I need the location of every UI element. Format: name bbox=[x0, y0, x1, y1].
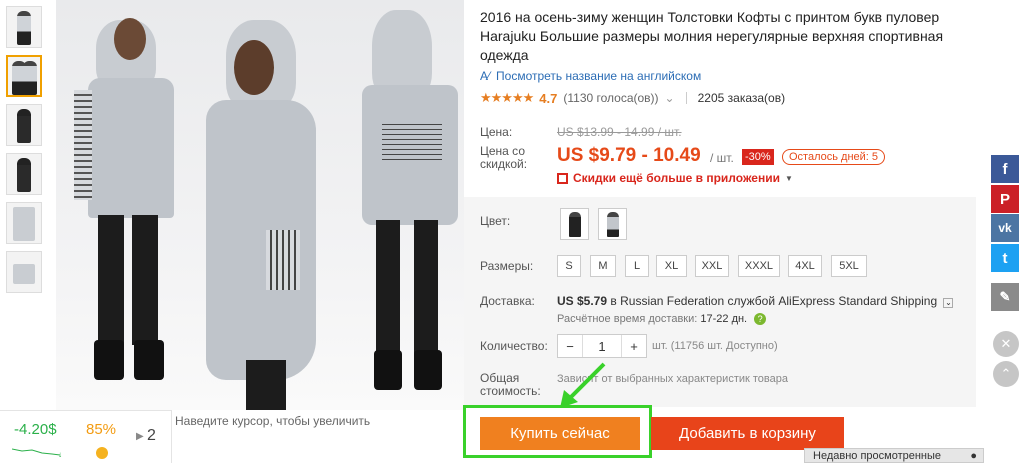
price-label: Цена: bbox=[480, 125, 513, 139]
thumbnail-6[interactable] bbox=[6, 251, 42, 293]
decrement-button[interactable]: − bbox=[558, 335, 582, 357]
svg-text:↓: ↓ bbox=[58, 450, 62, 457]
translate-link[interactable]: A⁄ Посмотреть название на английском bbox=[480, 69, 701, 83]
qr-icon bbox=[557, 172, 568, 184]
rating-row: ★★★★★ 4.7 (1130 голоса(ов)) ⌄ 2205 заказ… bbox=[480, 90, 785, 106]
size-xl[interactable]: XL bbox=[656, 255, 687, 277]
size-5xl[interactable]: 5XL bbox=[831, 255, 867, 277]
highlight-arrow-icon bbox=[560, 362, 606, 408]
color-option-gray[interactable] bbox=[598, 208, 627, 240]
discount-badge: -30% bbox=[742, 149, 774, 165]
twitter-icon[interactable]: t bbox=[991, 244, 1019, 272]
price-sparkline: ↓ bbox=[12, 448, 62, 457]
delivery-eta: Расчётное время доставки: 17-22 дн. ? bbox=[557, 313, 767, 325]
model-back-image bbox=[356, 0, 464, 410]
model-front-image bbox=[66, 0, 196, 410]
facebook-icon[interactable]: f bbox=[991, 155, 1019, 183]
availability-text: шт. (11756 шт. Доступно) bbox=[652, 340, 778, 352]
zoom-hint: Наведите курсор, чтобы увеличить bbox=[175, 414, 371, 428]
main-product-image[interactable] bbox=[56, 0, 464, 410]
buy-now-button[interactable]: Купить сейчас bbox=[480, 417, 640, 450]
help-icon[interactable]: ? bbox=[754, 313, 767, 325]
votes-link[interactable]: (1130 голоса(ов)) bbox=[563, 91, 658, 105]
star-rating-icon: ★★★★★ bbox=[480, 90, 534, 105]
quantity-stepper: − 1 + bbox=[557, 334, 647, 358]
total-label: Общая стоимость: bbox=[480, 371, 541, 398]
recently-viewed-bar[interactable]: Недавно просмотренные ● bbox=[804, 448, 984, 463]
size-l[interactable]: L bbox=[625, 255, 649, 277]
price-change: -4.20$ bbox=[14, 421, 57, 438]
shipping-label: Доставка: bbox=[480, 294, 535, 308]
quantity-input[interactable]: 1 bbox=[582, 335, 622, 357]
translate-text: Посмотреть название на английском bbox=[496, 69, 702, 83]
shipping-info: US $5.79 в Russian Federation службой Al… bbox=[557, 294, 954, 308]
price-unit: / шт. bbox=[710, 151, 734, 165]
product-page: Наведите курсор, чтобы увеличить -4.20$ … bbox=[0, 0, 1024, 463]
play-icon: ▶ bbox=[136, 431, 144, 442]
product-title: 2016 на осень-зиму женщин Толстовки Кофт… bbox=[480, 9, 944, 63]
rating-percent: 85% bbox=[86, 421, 117, 438]
edit-icon[interactable]: ✎ bbox=[991, 283, 1019, 311]
shipping-method: в Russian Federation службой AliExpress … bbox=[610, 294, 938, 308]
thumbnail-5[interactable] bbox=[6, 202, 42, 244]
size-m[interactable]: M bbox=[590, 255, 616, 277]
translate-icon: A⁄ bbox=[480, 69, 491, 83]
size-4xl[interactable]: 4XL bbox=[788, 255, 822, 277]
rating-score: 4.7 bbox=[539, 90, 558, 106]
days-left-badge: Осталось дней: 5 bbox=[782, 149, 886, 165]
size-s[interactable]: S bbox=[557, 255, 581, 277]
scroll-up-icon[interactable]: ⌃ bbox=[993, 361, 1019, 387]
sale-price: US $9.79 - 10.49 bbox=[557, 145, 701, 166]
thumbnail-strip bbox=[6, 6, 44, 300]
shipping-cost: US $5.79 bbox=[557, 294, 608, 308]
vk-icon[interactable]: vk bbox=[991, 214, 1019, 242]
app-promo-text: Скидки ещё больше в приложении bbox=[573, 171, 780, 185]
count-value: 2 bbox=[147, 427, 156, 444]
color-option-black[interactable] bbox=[560, 208, 589, 240]
size-xxxl[interactable]: XXXL bbox=[738, 255, 780, 277]
pinterest-icon[interactable]: P bbox=[991, 185, 1019, 213]
thumbnail-3[interactable] bbox=[6, 104, 42, 146]
price-tracker-widget[interactable]: -4.20$ ↓ 85% ▶ 2 bbox=[0, 410, 172, 463]
add-to-cart-button[interactable]: Добавить в корзину bbox=[651, 417, 844, 450]
thumbnail-1[interactable] bbox=[6, 6, 42, 48]
smile-icon bbox=[96, 447, 108, 459]
quantity-label: Количество: bbox=[480, 339, 548, 353]
discount-price-label: Цена со скидкой: bbox=[480, 144, 528, 171]
increment-button[interactable]: + bbox=[622, 335, 646, 357]
app-promo-link[interactable]: Скидки ещё больше в приложении ▼ bbox=[557, 171, 793, 185]
chevron-down-icon[interactable]: ⌄ bbox=[665, 91, 675, 105]
old-price: US $13.99 - 14.99 / шт. bbox=[557, 125, 682, 139]
recently-viewed-label: Недавно просмотренные bbox=[813, 450, 942, 462]
size-xxl[interactable]: XXL bbox=[695, 255, 729, 277]
shipping-dropdown-icon[interactable]: ⌄ bbox=[943, 298, 954, 308]
eta-label: Расчётное время доставки: bbox=[557, 313, 698, 325]
size-label: Размеры: bbox=[480, 259, 534, 273]
thumbnail-2[interactable] bbox=[6, 55, 42, 97]
close-icon[interactable]: ✕ bbox=[993, 331, 1019, 357]
color-label: Цвет: bbox=[480, 214, 511, 228]
model-side-image bbox=[186, 0, 336, 410]
chevron-icon: ● bbox=[970, 450, 977, 462]
eta-value: 17-22 дн. bbox=[700, 313, 748, 325]
thumbnail-4[interactable] bbox=[6, 153, 42, 195]
orders-count: 2205 заказа(ов) bbox=[697, 91, 786, 105]
caret-down-icon: ▼ bbox=[784, 173, 793, 183]
